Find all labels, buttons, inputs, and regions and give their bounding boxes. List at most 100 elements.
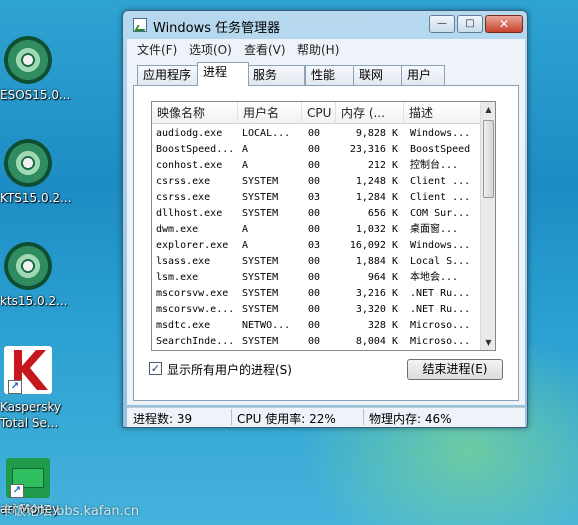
cell-memory: 23,316 K bbox=[349, 144, 398, 155]
status-cpu-usage: CPU 使用率: 22% bbox=[237, 412, 336, 426]
cell-memory: 8,004 K bbox=[355, 336, 398, 347]
cell-user-name: A bbox=[242, 240, 249, 251]
desktop-icon-label-line2: Total Se... bbox=[0, 416, 59, 430]
cell-image-name: csrss.exe bbox=[156, 192, 211, 203]
process-row[interactable]: mscorsvw.exe SYSTEM 00 3,216 K .NET Ru... bbox=[152, 286, 482, 302]
cell-memory: 964 K bbox=[367, 272, 398, 283]
process-row[interactable]: msdtc.exe NETWO... 00 328 K Microso... bbox=[152, 318, 482, 334]
process-row[interactable]: mscorsvw.e... SYSTEM 00 3,320 K .NET Ru... bbox=[152, 302, 482, 318]
cell-user-name: SYSTEM bbox=[242, 256, 279, 267]
process-list[interactable]: 映像名称 用户名 CPU 内存 (... 描述 audiodg.exe LOCAL… bbox=[151, 101, 496, 351]
disc-icon bbox=[4, 139, 52, 187]
cell-image-name: lsm.exe bbox=[156, 272, 199, 283]
cell-image-name: csrss.exe bbox=[156, 176, 211, 187]
column-user-name[interactable]: 用户名 bbox=[238, 102, 302, 124]
cell-image-name: lsass.exe bbox=[156, 256, 211, 267]
scroll-up-icon[interactable]: ▲ bbox=[481, 102, 495, 117]
task-manager-icon bbox=[133, 18, 147, 32]
title-bar[interactable]: Windows 任务管理器 — □ ✕ bbox=[123, 11, 527, 39]
cell-image-name: audiodg.exe bbox=[156, 128, 223, 139]
menu-options[interactable]: 选项(O) bbox=[189, 41, 232, 58]
process-row[interactable]: lsm.exe SYSTEM 00 964 K 本地会... bbox=[152, 270, 482, 286]
desktop-icon-kts-2[interactable]: kts15.0.2... bbox=[0, 242, 68, 312]
desktop-icon-esos[interactable]: ESOS15.0... bbox=[0, 36, 70, 106]
scrollbar-thumb[interactable] bbox=[483, 120, 494, 198]
process-row[interactable]: dwm.exe A 00 1,032 K 桌面窗... bbox=[152, 222, 482, 238]
end-process-button[interactable]: 结束进程(E) bbox=[407, 359, 503, 380]
cell-description: Client ... bbox=[410, 176, 471, 187]
scroll-down-icon[interactable]: ▼ bbox=[481, 335, 495, 350]
cell-description: Windows... bbox=[410, 240, 471, 251]
process-row[interactable]: audiodg.exe LOCAL... 00 9,828 K Windows... bbox=[152, 126, 482, 142]
cell-user-name: SYSTEM bbox=[242, 272, 279, 283]
shortcut-arrow-icon: ↗ bbox=[10, 484, 24, 498]
desktop-icon-kaspersky[interactable]: ↗ Kaspersky Total Se... bbox=[0, 346, 64, 432]
money-icon: ↗ bbox=[6, 458, 50, 498]
cell-memory: 656 K bbox=[367, 208, 398, 219]
process-row[interactable]: dllhost.exe SYSTEM 00 656 K COM Sur... bbox=[152, 206, 482, 222]
process-row[interactable]: BoostSpeed... A 00 23,316 K BoostSpeed bbox=[152, 142, 482, 158]
tab-performance[interactable]: 性能 bbox=[305, 65, 355, 85]
process-row[interactable]: lsass.exe SYSTEM 00 1,884 K Local S... bbox=[152, 254, 482, 270]
cell-cpu: 03 bbox=[308, 240, 321, 251]
disc-icon bbox=[4, 36, 52, 84]
menu-view[interactable]: 查看(V) bbox=[244, 41, 286, 58]
cell-image-name: conhost.exe bbox=[156, 160, 223, 171]
cell-image-name: msdtc.exe bbox=[156, 320, 211, 331]
process-list-header: 映像名称 用户名 CPU 内存 (... 描述 bbox=[152, 102, 482, 124]
process-row[interactable]: csrss.exe SYSTEM 03 1,284 K Client ... bbox=[152, 190, 482, 206]
process-row[interactable]: explorer.exe A 03 16,092 K Windows... bbox=[152, 238, 482, 254]
cell-user-name: SYSTEM bbox=[242, 208, 279, 219]
cell-user-name: SYSTEM bbox=[242, 288, 279, 299]
cell-image-name: BoostSpeed... bbox=[156, 144, 235, 155]
show-all-users-checkbox[interactable]: ✓ bbox=[149, 362, 162, 375]
status-process-count: 进程数: 39 bbox=[133, 412, 193, 426]
column-image-name[interactable]: 映像名称 bbox=[152, 102, 238, 124]
column-cpu[interactable]: CPU bbox=[302, 102, 336, 124]
status-memory-usage: 物理内存: 46% bbox=[369, 412, 452, 426]
desktop-icon-label: KTS15.0.2... bbox=[0, 191, 72, 205]
desktop-icon-label: kts15.0.2... bbox=[0, 294, 68, 308]
cell-image-name: mscorsvw.e... bbox=[156, 304, 235, 315]
cell-description: Client ... bbox=[410, 192, 471, 203]
menu-help[interactable]: 帮助(H) bbox=[297, 41, 339, 58]
cell-image-name: services.exe bbox=[156, 350, 238, 351]
cell-description: Windows... bbox=[410, 128, 471, 139]
cell-user-name: SYSTEM bbox=[242, 336, 279, 347]
cell-user-name: SYSTEM bbox=[242, 350, 300, 351]
cell-memory: 1,284 K bbox=[355, 192, 398, 203]
cell-memory: 1,032 K bbox=[355, 224, 398, 235]
cell-image-name: dwm.exe bbox=[156, 224, 199, 235]
cell-memory: 9,828 K bbox=[355, 128, 398, 139]
close-button[interactable]: ✕ bbox=[485, 15, 523, 33]
cell-image-name: SearchInde... bbox=[156, 336, 235, 347]
process-row[interactable]: services.exe SYSTEM 00 2,448 K 服务和... bbox=[152, 350, 482, 351]
cell-user-name: A bbox=[242, 144, 249, 155]
desktop-icon-kts[interactable]: KTS15.0.2... bbox=[0, 139, 72, 209]
cell-cpu: 00 bbox=[308, 336, 321, 347]
window-title: Windows 任务管理器 bbox=[153, 21, 281, 36]
cell-cpu: 03 bbox=[308, 192, 321, 203]
cell-cpu: 00 bbox=[308, 160, 321, 171]
disc-icon bbox=[4, 242, 52, 290]
tab-services[interactable]: 服务 bbox=[247, 65, 305, 85]
process-row[interactable]: csrss.exe SYSTEM 00 1,248 K Client ... bbox=[152, 174, 482, 190]
tab-users[interactable]: 用户 bbox=[401, 65, 445, 85]
cell-cpu: 00 bbox=[308, 176, 321, 187]
show-all-users-label[interactable]: 显示所有用户的进程(S) bbox=[167, 361, 292, 378]
process-row[interactable]: SearchInde... SYSTEM 00 8,004 K Microso... bbox=[152, 334, 482, 350]
vertical-scrollbar[interactable]: ▲ ▼ bbox=[480, 102, 495, 350]
cell-cpu: 00 bbox=[308, 224, 321, 235]
cell-memory: 1,884 K bbox=[355, 256, 398, 267]
tab-processes[interactable]: 进程 bbox=[197, 62, 249, 86]
process-row[interactable]: conhost.exe A 00 212 K 控制台... bbox=[152, 158, 482, 174]
cell-image-name: mscorsvw.exe bbox=[156, 288, 229, 299]
menu-file[interactable]: 文件(F) bbox=[137, 41, 177, 58]
maximize-button[interactable]: □ bbox=[457, 15, 483, 33]
tab-applications[interactable]: 应用程序 bbox=[137, 65, 199, 85]
cell-user-name: LOCAL... bbox=[242, 128, 291, 139]
tab-networking[interactable]: 联网 bbox=[353, 65, 403, 85]
column-description[interactable]: 描述 bbox=[404, 102, 482, 124]
minimize-button[interactable]: — bbox=[429, 15, 455, 33]
column-memory[interactable]: 内存 (... bbox=[336, 102, 404, 124]
